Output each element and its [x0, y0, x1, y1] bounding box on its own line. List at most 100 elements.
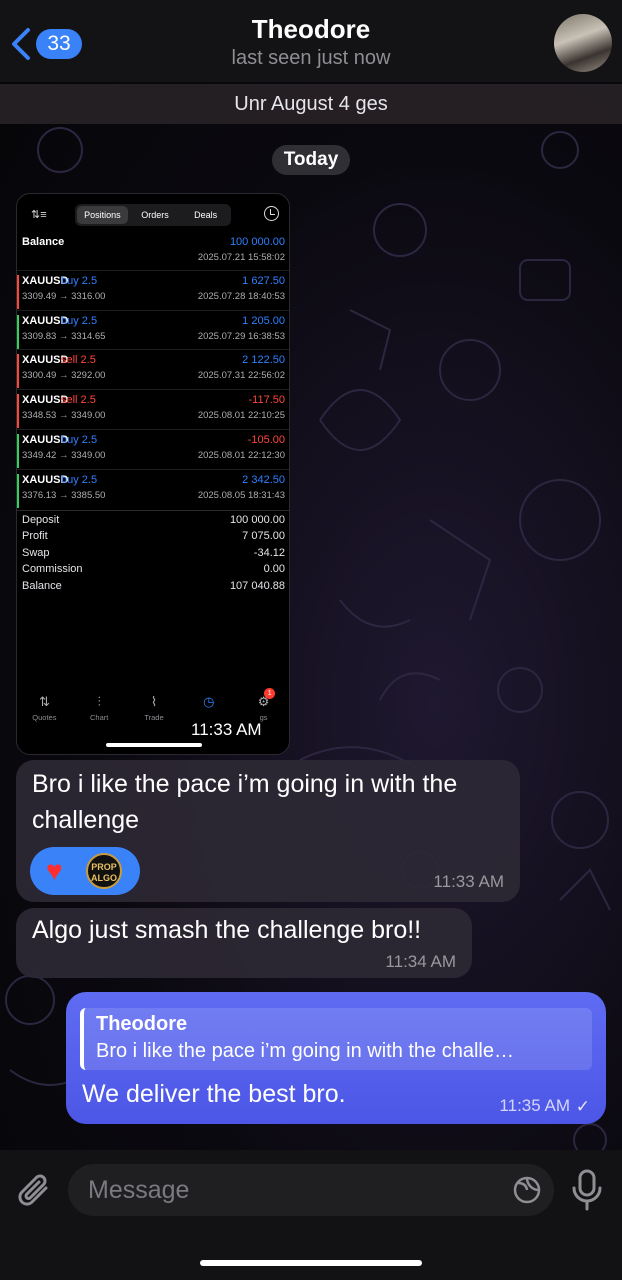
trade-side: sell 2.5	[61, 394, 96, 407]
trade-prices: 3309.49 → 3316.00	[22, 291, 106, 302]
trade-row: XAUUSD sell 2.5 3300.49 → 3292.00 2 122.50 2…	[17, 349, 289, 389]
message-time: 11:34 AM	[385, 952, 456, 971]
history-icon: ◷	[203, 694, 215, 709]
tab-label: Quotes	[32, 713, 57, 722]
chart-icon: ⫶	[97, 694, 101, 709]
trade-direction-bar	[17, 433, 19, 468]
read-check-icon: ✓	[575, 1097, 590, 1116]
summary-value: 0.00	[263, 563, 285, 576]
reply-author: Theodore	[96, 1013, 188, 1035]
reactions[interactable]: ♥ PROP ALGO	[30, 847, 140, 895]
prop-algo-reaction-icon[interactable]: PROP ALGO	[86, 853, 122, 889]
trade-row: XAUUSD sell 2.5 3348.53 → 3349.00 -117.50 20…	[17, 389, 289, 429]
sort-icon: ⇅≡	[31, 209, 47, 221]
incoming-message[interactable]: Bro i like the pace i’m going in with th…	[16, 760, 520, 902]
summary-value: 7 075.00	[242, 530, 285, 543]
summary-key: Swap	[22, 546, 50, 559]
trade-direction-bar	[17, 275, 19, 309]
trade-profit: 2 122.50	[242, 354, 285, 367]
summary-key: Deposit	[22, 514, 60, 526]
tab-quotes: ⇅ Quotes	[17, 694, 72, 730]
trade-side: buy 2.5	[61, 275, 98, 287]
message-time: 11:33 AM	[191, 720, 262, 739]
avatar[interactable]	[554, 14, 612, 72]
segment-deals: Deals	[194, 210, 218, 220]
trade-prices: 3376.13 → 3385.50	[22, 489, 106, 501]
balance-row: Balance 100 000.00 2025.07.21 15:58:02	[17, 232, 289, 268]
clock-icon	[264, 206, 279, 221]
image-message[interactable]: ⇅≡ Positions Orders Deals Balance 100 00…	[16, 193, 290, 755]
summary-value: 107 040.88	[229, 579, 285, 592]
message-time: 11:35 AM	[499, 1096, 570, 1115]
summary-row: Deposit 100 000.00	[17, 514, 289, 530]
trade-prices: 3349.42 → 3349.00	[22, 449, 106, 461]
heart-reaction-icon[interactable]: ♥	[46, 857, 63, 885]
message-input[interactable]: Message	[68, 1164, 554, 1216]
trade-row: XAUUSD buy 2.5 3309.49 → 3316.00 1 627.50 20…	[17, 270, 289, 310]
microphone-icon[interactable]	[570, 1168, 604, 1212]
trade-row: XAUUSD buy 2.5 3376.13 → 3385.50 2 342.50 20…	[17, 468, 289, 509]
balance-value: 100 000.00	[229, 236, 285, 248]
chat-title[interactable]: Theodore	[0, 14, 622, 45]
summary-value: 100 000.00	[229, 514, 285, 526]
trade-profit: 2 342.50	[242, 473, 285, 486]
trade-profit: 1 627.50	[242, 275, 285, 287]
screenshot-toolbar: ⇅≡ Positions Orders Deals	[17, 204, 289, 228]
segment-positions: Positions	[77, 206, 128, 224]
settings-icon: ⚙	[257, 694, 270, 709]
trade-profit: 1 205.00	[242, 314, 285, 327]
trade-date: 2025.08.01 22:10:25	[197, 410, 285, 422]
trade-side: sell 2.5	[61, 354, 96, 367]
attach-icon[interactable]	[16, 1170, 52, 1210]
trade-side: buy 2.5	[61, 473, 98, 486]
trade-prices: 3309.83 → 3314.65	[22, 330, 106, 342]
incoming-message[interactable]: Algo just smash the challenge bro!! 11:3…	[16, 908, 472, 978]
outgoing-message[interactable]: Theodore Bro i like the pace i’m going i…	[66, 992, 606, 1124]
tab-trade: ⌇ Trade	[127, 694, 182, 730]
summary-row: Profit 7 075.00	[17, 530, 289, 546]
trade-date: 2025.07.31 22:56:02	[197, 370, 285, 382]
summary-key: Profit	[22, 530, 48, 543]
sticker-icon[interactable]	[512, 1175, 542, 1205]
trade-profit: -105.00	[247, 433, 285, 446]
balance-date: 2025.07.21 15:58:02	[197, 252, 285, 263]
tab-label: Chart	[90, 713, 109, 722]
summary-key: Balance	[22, 579, 62, 592]
reply-text: Bro i like the pace i’m going in with th…	[96, 1040, 514, 1062]
account-summary: Deposit 100 000.00 Profit 7 075.00 Swap -34…	[17, 510, 289, 598]
chat-header: 33 Theodore last seen just now	[0, 0, 622, 82]
trade-prices: 3300.49 → 3292.00	[22, 370, 106, 382]
message-time: 11:33 AM	[433, 872, 504, 891]
screenshot-home-indicator	[106, 743, 202, 747]
message-text: Algo just smash the challenge bro!!	[32, 916, 422, 944]
trade-date: 2025.07.29 16:38:53	[197, 330, 285, 342]
pinned-banner[interactable]: Unr August 4 ges	[0, 84, 622, 124]
summary-value: -34.12	[253, 546, 285, 559]
segment-orders: Orders	[141, 210, 169, 220]
home-indicator	[200, 1260, 422, 1266]
trade-date: 2025.07.28 18:40:53	[197, 291, 285, 302]
trade-prices: 3348.53 → 3349.00	[22, 410, 106, 422]
quotes-icon: ⇅	[38, 694, 50, 709]
date-separator: Today	[272, 145, 350, 175]
trade-direction-bar	[17, 354, 19, 389]
trade-row: XAUUSD buy 2.5 3349.42 → 3349.00 -105.00 202…	[17, 428, 289, 469]
composer: Message	[0, 1150, 622, 1280]
tab-chart: ⫶ Chart	[72, 694, 127, 730]
message-placeholder: Message	[88, 1176, 190, 1204]
trade-row: XAUUSD buy 2.5 3309.83 → 3314.65 1 205.00 20…	[17, 309, 289, 350]
last-seen-status: last seen just now	[231, 47, 391, 69]
trade-direction-bar	[17, 394, 19, 429]
trade-direction-bar	[17, 473, 19, 508]
trade-side: buy 2.5	[61, 314, 98, 327]
message-text-line: challenge	[32, 806, 140, 834]
trade-direction-bar	[17, 314, 19, 349]
trade-date: 2025.08.05 18:31:43	[197, 489, 285, 501]
summary-row: Swap -34.12	[17, 546, 289, 563]
trade-profit: -117.50	[248, 394, 286, 407]
reply-quote[interactable]: Theodore Bro i like the pace i’m going i…	[80, 1008, 592, 1070]
balance-label: Balance	[22, 236, 65, 248]
summary-row: Balance 107 040.88	[17, 579, 289, 596]
message-text: We deliver the best bro.	[82, 1080, 346, 1108]
trade-date: 2025.08.01 22:12:30	[197, 449, 285, 461]
